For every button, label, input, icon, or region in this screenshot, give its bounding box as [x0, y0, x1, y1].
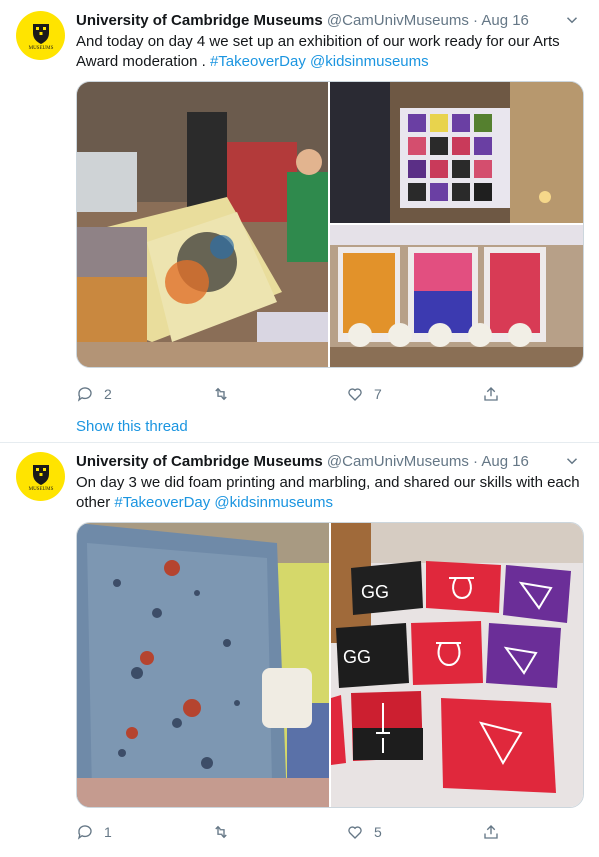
chevron-down-icon[interactable]	[563, 452, 581, 470]
reply-count: 1	[104, 824, 112, 840]
avatar[interactable]: MUSEUMS	[16, 452, 65, 501]
tweet-text: And today on day 4 we set up an exhibiti…	[76, 32, 583, 72]
svg-text:MUSEUMS: MUSEUMS	[28, 487, 53, 492]
reply-icon	[77, 387, 92, 402]
svg-text:GG: GG	[361, 582, 389, 602]
author-handle[interactable]: @CamUnivMuseums	[327, 453, 469, 470]
tweet[interactable]: MUSEUMS University of Cambridge Museums …	[0, 442, 599, 857]
retweet-icon	[215, 387, 227, 401]
photo-checkerboard-print[interactable]	[330, 82, 583, 223]
reply-count: 2	[104, 386, 112, 402]
tweet-actions: 2 7	[76, 385, 516, 405]
mention-link[interactable]: @kidsinmuseums	[310, 53, 429, 70]
museums-logo: MUSEUMS	[28, 23, 53, 51]
media-grid: GG GG	[76, 522, 584, 808]
like-button[interactable]: 5	[346, 823, 382, 841]
share-icon	[484, 387, 498, 401]
share-button[interactable]	[482, 823, 500, 841]
reply-button[interactable]: 1	[76, 823, 112, 841]
heart-icon	[348, 388, 362, 401]
retweet-button[interactable]	[212, 823, 230, 841]
hashtag-link[interactable]: #TakeoverDay	[114, 494, 210, 511]
retweet-icon	[215, 825, 227, 839]
hashtag-link[interactable]: #TakeoverDay	[210, 53, 306, 70]
like-count: 7	[374, 386, 382, 402]
separator: ·	[473, 12, 478, 29]
tweet-date[interactable]: Aug 16	[481, 12, 529, 29]
svg-text:MUSEUMS: MUSEUMS	[28, 46, 53, 51]
svg-text:GG: GG	[343, 647, 371, 667]
retweet-button[interactable]	[212, 385, 230, 403]
show-thread-link[interactable]: Show this thread	[76, 418, 188, 435]
tweet-text: On day 3 we did foam printing and marbli…	[76, 473, 583, 513]
like-button[interactable]: 7	[346, 385, 382, 403]
author-name[interactable]: University of Cambridge Museums	[76, 453, 323, 470]
reply-button[interactable]: 2	[76, 385, 112, 403]
author-name[interactable]: University of Cambridge Museums	[76, 12, 323, 29]
museums-logo: MUSEUMS	[28, 464, 53, 492]
tweet-header: University of Cambridge Museums @CamUniv…	[76, 11, 583, 31]
tweet-date[interactable]: Aug 16	[481, 453, 529, 470]
share-button[interactable]	[482, 385, 500, 403]
heart-icon	[348, 826, 362, 839]
author-handle[interactable]: @CamUnivMuseums	[327, 12, 469, 29]
avatar[interactable]: MUSEUMS	[16, 11, 65, 60]
tweet-actions: 1 5	[76, 823, 516, 843]
chevron-down-icon[interactable]	[563, 11, 581, 29]
photo-foam-print-grid[interactable]: GG GG	[331, 523, 583, 807]
reply-icon	[77, 825, 92, 840]
share-icon	[484, 825, 498, 839]
mention-link[interactable]: @kidsinmuseums	[214, 494, 333, 511]
tweet-header: University of Cambridge Museums @CamUniv…	[76, 452, 583, 472]
separator: ·	[473, 453, 478, 470]
like-count: 5	[374, 824, 382, 840]
tweet[interactable]: MUSEUMS University of Cambridge Museums …	[0, 0, 599, 443]
photo-exhibition-marbling[interactable]	[77, 82, 328, 367]
photo-marbling-paper[interactable]	[77, 523, 329, 807]
photo-foam-prints-badges[interactable]	[330, 225, 583, 367]
media-grid	[76, 81, 584, 368]
